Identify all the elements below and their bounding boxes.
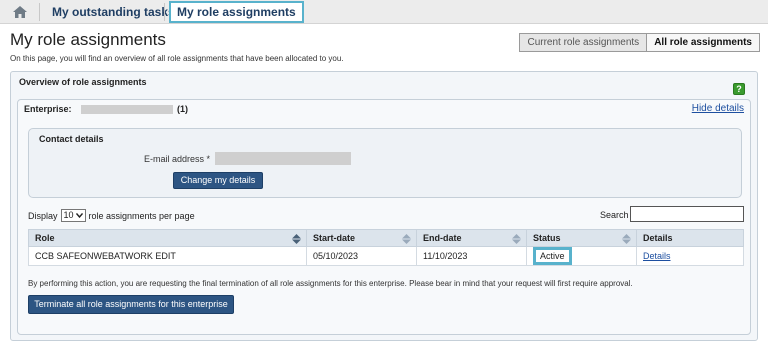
- change-my-details-button[interactable]: Change my details: [173, 172, 263, 189]
- nav-separator: [39, 3, 40, 21]
- sort-icon: [402, 234, 411, 244]
- role-cell: CCB SAFEONWEBATWORK EDIT: [28, 246, 307, 266]
- page-size-control: Display 10 role assignments per page: [28, 209, 195, 222]
- column-header-status[interactable]: Status: [526, 229, 637, 247]
- column-header-start-date[interactable]: Start-date: [306, 229, 417, 247]
- overview-panel: Overview of role assignments ? Enterpris…: [10, 71, 758, 341]
- details-link[interactable]: Details: [643, 251, 671, 261]
- column-header-end-date[interactable]: End-date: [416, 229, 527, 247]
- nav-separator: [164, 3, 165, 21]
- enterprise-panel: Enterprise: (1) Hide details Contact det…: [17, 99, 751, 335]
- contact-details-title: Contact details: [39, 134, 104, 144]
- sort-icon: [622, 234, 631, 244]
- sort-icon: [512, 234, 521, 244]
- table-header-row: Role Start-date End-date Status Details: [28, 229, 744, 247]
- display-prefix: Display: [28, 210, 58, 221]
- status-cell: Active: [526, 246, 637, 266]
- search-input[interactable]: [630, 206, 744, 222]
- page-size-select[interactable]: 10: [60, 209, 86, 222]
- current-role-assignments-button[interactable]: Current role assignments: [520, 34, 648, 51]
- role-assignments-table: Role Start-date End-date Status Details …: [28, 229, 744, 266]
- enterprise-label: Enterprise:: [24, 104, 72, 114]
- overview-title: Overview of role assignments: [19, 77, 147, 87]
- tab-my-outstanding-tasks[interactable]: My outstanding tasks: [52, 3, 175, 21]
- page-title: My role assignments: [10, 30, 166, 49]
- contact-details-panel: Contact details E-mail address * Change …: [28, 128, 742, 198]
- column-header-role[interactable]: Role: [28, 229, 307, 247]
- sort-icon: [292, 234, 301, 244]
- terminate-all-button[interactable]: Terminate all role assignments for this …: [28, 295, 234, 314]
- email-label: E-mail address *: [144, 154, 211, 164]
- hide-details-link[interactable]: Hide details: [692, 103, 744, 114]
- all-role-assignments-button[interactable]: All role assignments: [647, 34, 759, 51]
- view-toggle: Current role assignments All role assign…: [519, 33, 760, 52]
- details-cell: Details: [636, 246, 744, 266]
- enterprise-count: (1): [177, 104, 188, 114]
- end-date-cell: 11/10/2023: [416, 246, 527, 266]
- search-label: Search: [600, 210, 629, 220]
- enterprise-name-redacted: [81, 105, 173, 114]
- status-badge: Active: [533, 247, 572, 265]
- home-icon: [13, 6, 27, 18]
- termination-warning: By performing this action, you are reque…: [28, 279, 633, 288]
- email-field[interactable]: [215, 152, 351, 165]
- display-suffix: role assignments per page: [88, 210, 195, 221]
- page-size-value: 10: [63, 210, 74, 220]
- top-navigation: My outstanding tasks My role assignments: [0, 0, 768, 24]
- start-date-cell: 05/10/2023: [306, 246, 417, 266]
- chevron-down-icon: [75, 213, 83, 218]
- home-button[interactable]: [10, 2, 30, 22]
- tab-my-role-assignments[interactable]: My role assignments: [169, 1, 304, 23]
- help-icon[interactable]: ?: [733, 83, 745, 95]
- column-header-details: Details: [636, 229, 744, 247]
- page-intro: On this page, you will find an overview …: [10, 54, 344, 63]
- table-row: CCB SAFEONWEBATWORK EDIT 05/10/2023 11/1…: [28, 246, 744, 266]
